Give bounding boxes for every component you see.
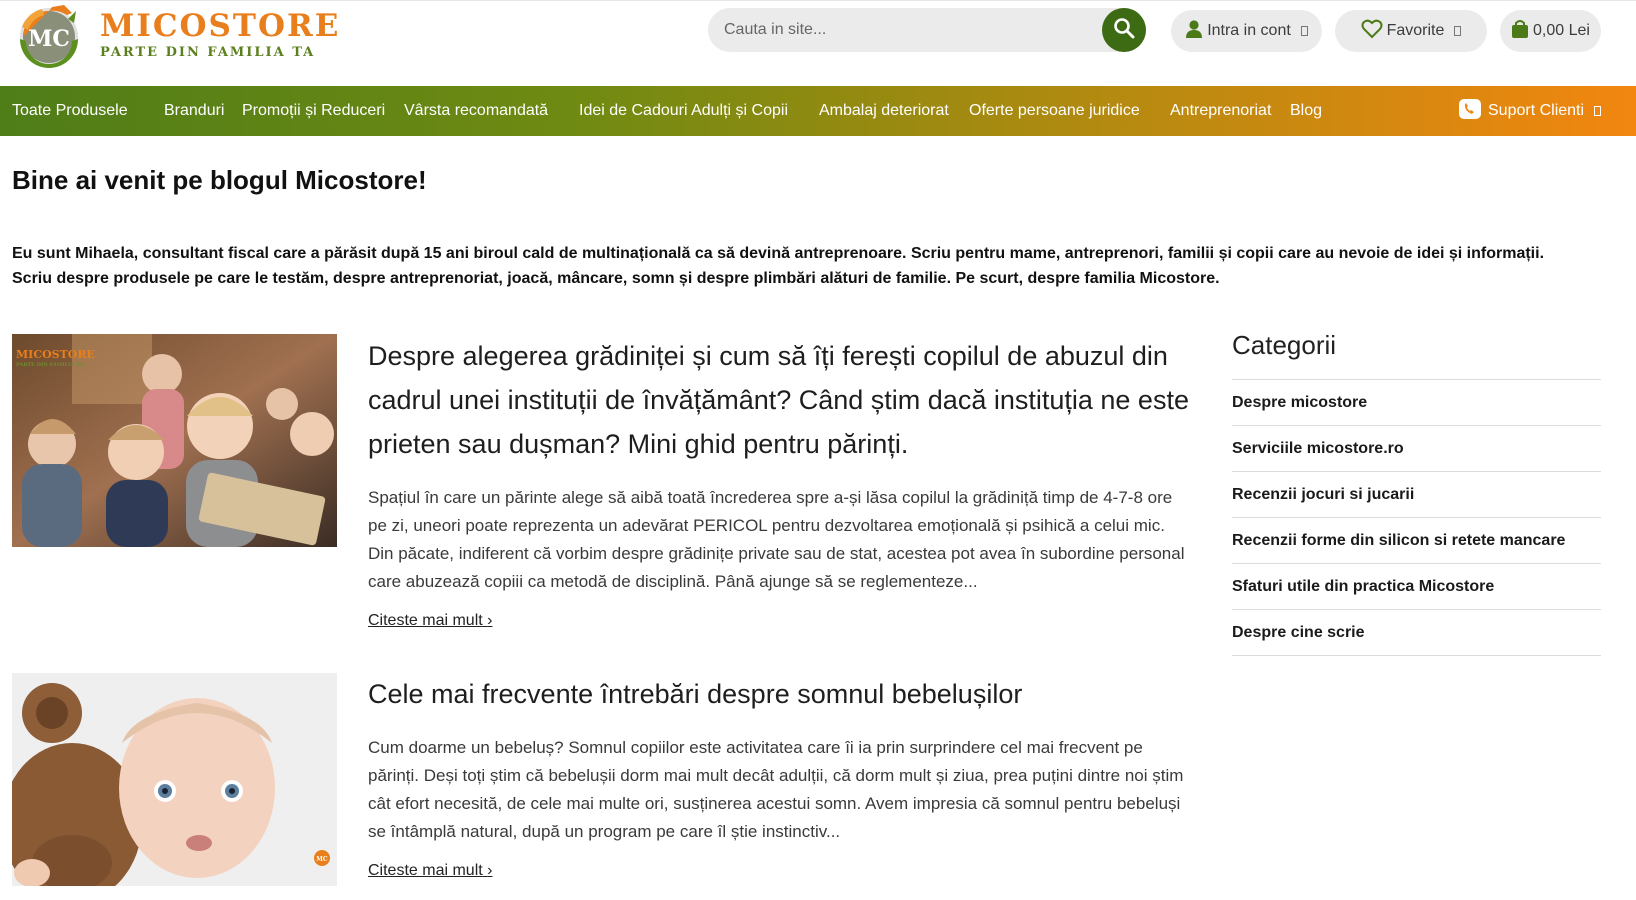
- cart-total: 0,00 Lei: [1533, 22, 1590, 39]
- logo-mark-text: MC: [28, 26, 70, 52]
- nav-item-damaged-packaging[interactable]: Ambalaj deteriorat: [819, 86, 949, 136]
- read-more-link[interactable]: Citeste mai mult ›: [368, 612, 492, 630]
- post-thumbnail[interactable]: MC: [12, 673, 337, 886]
- image-logo-mark: MC: [316, 856, 328, 863]
- baby-photo: MC: [12, 673, 337, 886]
- search-bar: [708, 8, 1146, 52]
- customer-support-button[interactable]: Suport Clienti: [1458, 96, 1602, 126]
- chevron-right-icon: ›: [487, 612, 493, 629]
- categories-title: Categorii: [1232, 330, 1337, 360]
- account-label: Intra in cont: [1207, 22, 1291, 39]
- nav-item-business-offers[interactable]: Oferte persoane juridice: [969, 86, 1140, 136]
- logo-title: MICOSTORE: [100, 8, 341, 44]
- shopping-bag-icon: [1511, 19, 1529, 44]
- favorites-label: Favorite: [1386, 22, 1445, 39]
- category-item[interactable]: Sfaturi utile din practica Micostore: [1232, 564, 1601, 610]
- page-title: Bine ai venit pe blogul Micostore!: [12, 165, 427, 195]
- category-item[interactable]: Recenzii forme din silicon si retete man…: [1232, 518, 1601, 564]
- nav-item-brands[interactable]: Branduri: [164, 86, 224, 136]
- read-more-label: Citeste mai mult: [368, 862, 483, 879]
- nav-item-blog[interactable]: Blog: [1290, 86, 1322, 136]
- post-title[interactable]: Despre alegerea grădiniței și cum să îți…: [368, 334, 1198, 466]
- user-icon: [1185, 19, 1203, 44]
- nav-item-gift-ideas[interactable]: Idei de Cadouri Adulți și Copii: [579, 86, 788, 136]
- main-nav: Toate Produsele Branduri Promoții și Red…: [0, 86, 1636, 136]
- cart-button[interactable]: 0,00 Lei: [1500, 10, 1601, 52]
- nav-item-recommended-age[interactable]: Vârsta recomandată: [404, 86, 548, 136]
- post-title[interactable]: Cele mai frecvente întrebări despre somn…: [368, 672, 1198, 716]
- category-item[interactable]: Despre micostore: [1232, 380, 1601, 426]
- nav-item-all-products[interactable]: Toate Produsele: [12, 86, 128, 136]
- image-watermark: MICOSTORE: [16, 348, 95, 361]
- heart-icon: [1361, 19, 1383, 44]
- blog-intro: Eu sunt Mihaela, consultant fiscal care …: [12, 241, 1612, 291]
- kids-photo: MICOSTORE PARTE DIN FAMILIA TA: [12, 334, 337, 547]
- post-thumbnail[interactable]: MICOSTORE PARTE DIN FAMILIA TA: [12, 334, 337, 547]
- chevron-down-icon: [1454, 26, 1462, 36]
- logo-mark: MC: [12, 3, 86, 69]
- post-excerpt: Cum doarme un bebeluș? Somnul copiilor e…: [368, 738, 1184, 841]
- categories-list: Despre micostore Serviciile micostore.ro…: [1232, 379, 1601, 656]
- read-more-label: Citeste mai mult: [368, 612, 483, 629]
- nav-item-entrepreneurship[interactable]: Antreprenoriat: [1170, 86, 1271, 136]
- phone-icon: [1458, 98, 1482, 125]
- site-header: MC MICOSTORE PARTE DIN FAMILIA TA Intra …: [0, 0, 1636, 86]
- post-excerpt: Spațiul în care un părinte alege să aibă…: [368, 488, 1185, 591]
- nav-item-promotions[interactable]: Promoții și Reduceri: [242, 86, 385, 136]
- site-logo[interactable]: MC MICOSTORE PARTE DIN FAMILIA TA: [12, 3, 340, 69]
- intro-line-2: Scriu despre produsele pe care le testăm…: [12, 270, 1220, 287]
- read-more-link[interactable]: Citeste mai mult ›: [368, 862, 492, 880]
- support-label: Suport Clienti: [1488, 102, 1585, 119]
- image-watermark-sub: PARTE DIN FAMILIA TA: [16, 362, 84, 368]
- category-item[interactable]: Despre cine scrie: [1232, 610, 1601, 656]
- chevron-down-icon: [1594, 106, 1602, 116]
- intro-line-1: Eu sunt Mihaela, consultant fiscal care …: [12, 245, 1545, 262]
- search-icon: [1113, 17, 1135, 44]
- category-item[interactable]: Serviciile micostore.ro: [1232, 426, 1601, 472]
- search-input[interactable]: [724, 8, 1084, 52]
- logo-subtitle: PARTE DIN FAMILIA TA: [100, 45, 316, 60]
- chevron-down-icon: [1300, 26, 1308, 36]
- chevron-right-icon: ›: [487, 862, 493, 879]
- account-button[interactable]: Intra in cont: [1171, 10, 1322, 52]
- search-button[interactable]: [1102, 8, 1146, 52]
- favorites-button[interactable]: Favorite: [1335, 10, 1487, 52]
- category-item[interactable]: Recenzii jocuri si jucarii: [1232, 472, 1601, 518]
